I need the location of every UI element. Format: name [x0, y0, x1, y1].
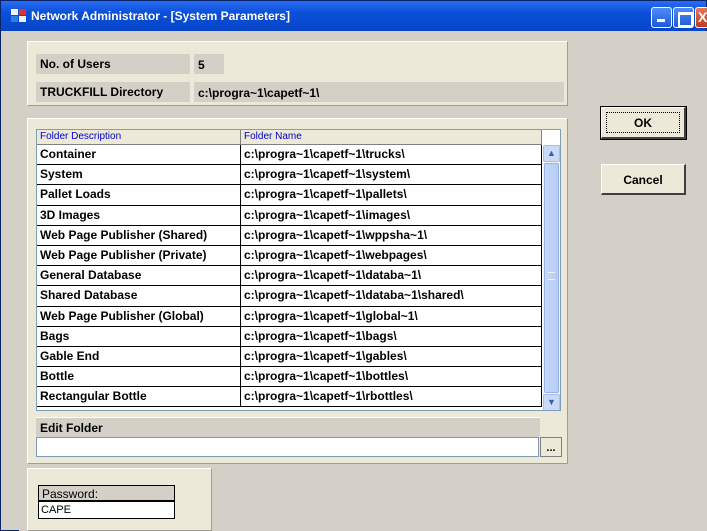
table-row[interactable]: System c:\progra~1\capetf~1\system\ — [37, 165, 542, 186]
grip-icon — [548, 272, 555, 280]
folder-name-cell[interactable]: c:\progra~1\capetf~1\trucks\ — [241, 145, 542, 165]
vertical-scrollbar[interactable]: ▲ ▼ — [543, 145, 560, 410]
directory-label: TRUCKFILL Directory — [36, 82, 190, 102]
scroll-up-arrow-icon[interactable]: ▲ — [543, 145, 560, 162]
folder-name-cell[interactable]: c:\progra~1\capetf~1\global~1\ — [241, 306, 542, 326]
table-row[interactable]: Pallet Loads c:\progra~1\capetf~1\pallets… — [37, 185, 542, 206]
password-field[interactable]: CAPE — [38, 501, 175, 519]
folder-name-cell[interactable]: c:\progra~1\capetf~1\databa~1\ — [241, 266, 542, 286]
folder-description-cell[interactable]: 3D Images — [37, 205, 241, 225]
table-row[interactable]: General Database c:\progra~1\capetf~1\dat… — [37, 266, 542, 287]
grid-rows: Container c:\progra~1\capetf~1\trucks\ Sys… — [37, 145, 542, 408]
settings-panel: No. of Users 5 TRUCKFILL Directory c:\pr… — [27, 41, 568, 106]
scroll-thumb[interactable] — [544, 163, 559, 393]
folder-name-cell[interactable]: c:\progra~1\capetf~1\pallets\ — [241, 185, 542, 205]
window-title: Network Administrator - [System Paramete… — [31, 9, 290, 23]
folder-name-cell[interactable]: c:\progra~1\capetf~1\gables\ — [241, 346, 542, 367]
folder-name-cell[interactable]: c:\progra~1\capetf~1\webpages\ — [241, 245, 542, 266]
title-bar[interactable]: Network Administrator - [System Paramete… — [1, 1, 707, 31]
table-row[interactable]: Rectangular Bottle c:\progra~1\capetf~1\r… — [37, 387, 542, 408]
focus-rect — [606, 112, 680, 133]
folder-description-cell[interactable]: System — [37, 165, 241, 185]
ok-button[interactable]: OK — [600, 106, 687, 140]
folders-grid[interactable]: Folder Description Folder Name Container… — [36, 129, 561, 411]
folder-description-cell[interactable]: Web Page Publisher (Global) — [37, 306, 241, 326]
folder-description-cell[interactable]: Bottle — [37, 367, 241, 387]
column-header-name[interactable]: Folder Name — [241, 130, 542, 145]
folders-panel: Folder Description Folder Name Container… — [27, 118, 568, 464]
folder-description-cell[interactable]: Pallet Loads — [37, 185, 241, 205]
cancel-button[interactable]: Cancel — [601, 164, 686, 195]
table-row[interactable]: Bags c:\progra~1\capetf~1\bags\ — [37, 326, 542, 347]
table-row[interactable]: Container c:\progra~1\capetf~1\trucks\ — [37, 145, 542, 166]
table-row[interactable]: Web Page Publisher (Shared) c:\progra~1\c… — [37, 225, 542, 246]
folder-description-cell[interactable]: Bags — [37, 326, 241, 346]
edit-folder-input[interactable] — [36, 437, 539, 457]
browse-button[interactable]: ... — [540, 437, 562, 457]
column-header-description[interactable]: Folder Description — [37, 130, 241, 145]
folder-description-cell[interactable]: Web Page Publisher (Private) — [37, 245, 241, 266]
maximize-icon[interactable] — [673, 7, 694, 28]
folder-name-cell[interactable]: c:\progra~1\capetf~1\databa~1\shared\ — [241, 286, 542, 306]
users-value: 5 — [194, 54, 224, 74]
directory-value: c:\progra~1\capetf~1\ — [194, 82, 564, 102]
edit-folder-label: Edit Folder — [36, 417, 540, 437]
grid-header: Folder Description Folder Name — [37, 130, 542, 145]
folder-name-cell[interactable]: c:\progra~1\capetf~1\wppsha~1\ — [241, 225, 542, 245]
password-panel: Password: CAPE — [27, 468, 212, 531]
table-row[interactable]: Web Page Publisher (Global) c:\progra~1\c… — [37, 306, 542, 327]
table-row[interactable]: Bottle c:\progra~1\capetf~1\bottles\ — [37, 367, 542, 388]
minimize-icon[interactable] — [651, 7, 672, 28]
folder-description-cell[interactable]: Shared Database — [37, 286, 241, 306]
folder-description-cell[interactable]: Gable End — [37, 346, 241, 367]
folder-description-cell[interactable]: Container — [37, 145, 241, 165]
table-row[interactable]: 3D Images c:\progra~1\capetf~1\images\ — [37, 205, 542, 226]
client-area: No. of Users 5 TRUCKFILL Directory c:\pr… — [19, 31, 707, 531]
folder-name-cell[interactable]: c:\progra~1\capetf~1\rbottles\ — [241, 387, 542, 407]
folder-description-cell[interactable]: Web Page Publisher (Shared) — [37, 225, 241, 245]
scroll-down-arrow-icon[interactable]: ▼ — [543, 394, 560, 410]
app-icon — [11, 9, 27, 23]
close-icon[interactable]: X — [695, 7, 707, 28]
folder-name-cell[interactable]: c:\progra~1\capetf~1\bottles\ — [241, 367, 542, 387]
folder-name-cell[interactable]: c:\progra~1\capetf~1\images\ — [241, 205, 542, 225]
table-row[interactable]: Web Page Publisher (Private) c:\progra~1\… — [37, 245, 542, 267]
users-label: No. of Users — [36, 54, 190, 74]
folder-description-cell[interactable]: General Database — [37, 266, 241, 286]
table-row[interactable]: Shared Database c:\progra~1\capetf~1\data… — [37, 286, 542, 307]
table-row[interactable]: Gable End c:\progra~1\capetf~1\gables\ — [37, 346, 542, 368]
password-label: Password: — [38, 485, 175, 501]
folder-name-cell[interactable]: c:\progra~1\capetf~1\bags\ — [241, 326, 542, 346]
app-window: Network Administrator - [System Paramete… — [0, 0, 707, 531]
folder-name-cell[interactable]: c:\progra~1\capetf~1\system\ — [241, 165, 542, 185]
folder-description-cell[interactable]: Rectangular Bottle — [37, 387, 241, 407]
